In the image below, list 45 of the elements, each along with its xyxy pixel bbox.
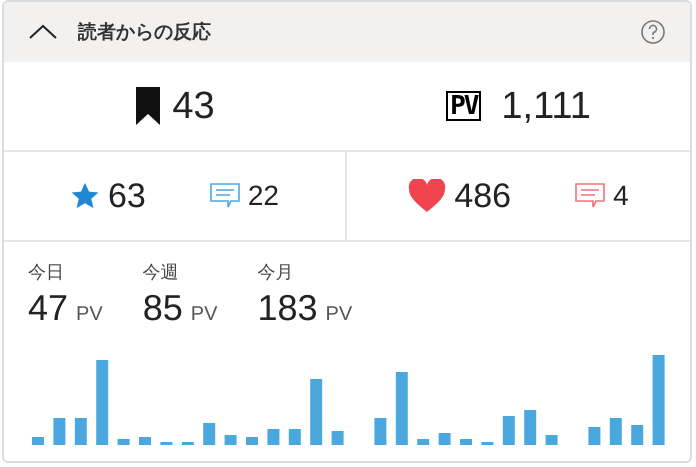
chart-bar [374, 418, 386, 445]
chart-bar [417, 439, 430, 445]
period-count: 85 [142, 286, 183, 330]
chart-bar [182, 442, 194, 445]
unit-label: PV [76, 302, 103, 326]
collapse-icon[interactable] [28, 24, 58, 40]
panel-title: 読者からの反応 [78, 20, 211, 45]
chart-bar [118, 439, 130, 445]
star-count: 63 [108, 176, 146, 216]
chart-bar [32, 437, 44, 445]
help-icon[interactable] [640, 19, 666, 45]
chart-bar [631, 425, 644, 445]
period-count: 183 [257, 286, 318, 330]
chart-bar [224, 435, 237, 445]
comment-count: 4 [613, 179, 629, 213]
chart-bar [332, 431, 344, 445]
chart-bar [524, 410, 536, 445]
chart-bar [267, 429, 280, 445]
comment-count: 22 [248, 179, 279, 213]
chart-bar [310, 379, 322, 445]
chart-bar [74, 418, 87, 445]
chart-bar [53, 418, 66, 445]
period-label: 今週 [142, 262, 180, 284]
chart-bar [610, 418, 622, 445]
bookmark-count: 43 [172, 84, 215, 128]
chart-bar [546, 435, 558, 445]
pv-badge: PV [446, 91, 482, 121]
unit-label: PV [326, 302, 352, 326]
heart-count: 486 [454, 176, 512, 216]
chart-bar [246, 437, 258, 445]
bookmark-icon [136, 87, 160, 125]
unit-label: PV [190, 302, 218, 326]
period-label: 今月 [257, 262, 294, 284]
chart-bar [460, 439, 472, 445]
chart-bar [481, 442, 494, 445]
period-label: 今日 [28, 262, 65, 284]
chart-bar [288, 429, 301, 445]
chart-bar [203, 423, 216, 445]
chart-bar [160, 442, 172, 445]
chart-bar [502, 416, 515, 445]
pageview-count: 1,111 [501, 84, 591, 128]
chart-bar [588, 427, 600, 445]
period-count: 47 [28, 286, 68, 330]
chart-bar [438, 433, 451, 445]
chart-bar [139, 437, 151, 445]
